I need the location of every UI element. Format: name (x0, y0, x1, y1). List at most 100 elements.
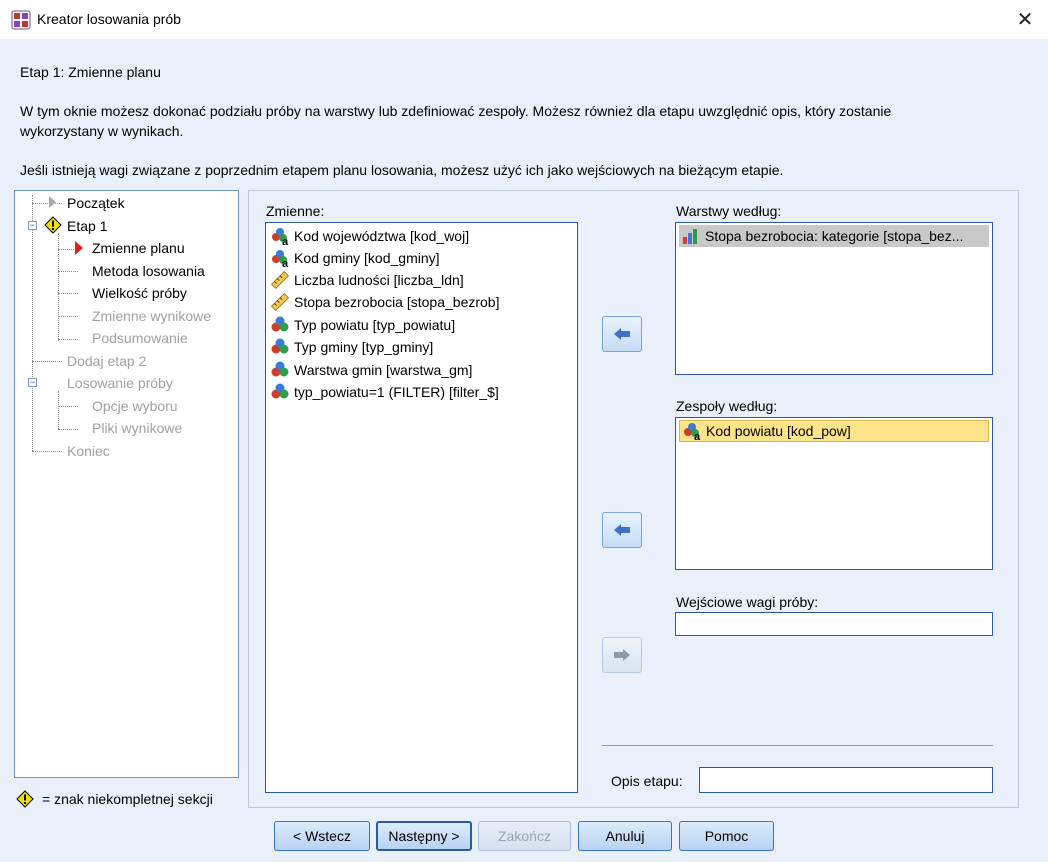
step-title: Etap 1: Zmienne planu (20, 64, 161, 80)
variable-label: Typ gminy [typ_gminy] (294, 339, 434, 355)
stage-label-field[interactable] (699, 767, 993, 793)
description: W tym oknie możesz dokonać podziału prób… (20, 101, 1020, 141)
nominal-icon (271, 383, 289, 399)
collapse-icon[interactable]: − (28, 221, 37, 230)
variables-label: Zmienne: (266, 203, 324, 219)
next-button[interactable]: Następny > (376, 821, 472, 851)
nav-item-dodaj-etap-2: Dodaj etap 2 (67, 353, 147, 369)
divider (602, 745, 993, 746)
stage-label-label: Opis etapu: (611, 773, 683, 789)
variable-label: Stopa bezrobocia [stopa_bezrob] (294, 294, 500, 310)
tree-line (32, 203, 62, 204)
nav-item-pliki-wynikowe: Pliki wynikowe (92, 420, 183, 436)
app-icon (11, 10, 31, 30)
strata-item-label: Stopa bezrobocia: kategorie [stopa_bez..… (705, 228, 964, 244)
svg-text:a: a (282, 258, 289, 268)
clusters-item-label: Kod powiatu [kod_pow] (706, 423, 851, 439)
variable-label: Kod gminy [kod_gminy] (294, 250, 440, 266)
clusters-list[interactable]: a Kod powiatu [kod_pow] (675, 417, 993, 570)
list-item[interactable]: Stopa bezrobocia [stopa_bezrob] (270, 291, 499, 313)
clusters-label: Zespoły według: (676, 398, 778, 414)
list-item[interactable]: a Kod powiatu [kod_pow] (679, 420, 989, 442)
arrow-right-icon (614, 649, 630, 661)
tree-line (58, 271, 78, 272)
arrow-left-icon (614, 328, 630, 340)
dialog-window: Kreator losowania prób ✕ Etap 1: Zmienne… (0, 0, 1048, 862)
dialog-content: Etap 1: Zmienne planu W tym oknie możesz… (0, 39, 1048, 862)
strata-list[interactable]: Stopa bezrobocia: kategorie [stopa_bez..… (675, 222, 993, 375)
help-button[interactable]: Pomoc (679, 821, 774, 851)
tree-line (32, 195, 33, 451)
nominal-icon (271, 361, 289, 377)
variable-label: typ_powiatu=1 (FILTER) [filter_$] (294, 384, 499, 400)
step-done-icon (49, 196, 56, 208)
nav-item-opcje-wyboru: Opcje wyboru (92, 398, 178, 414)
list-item[interactable]: Typ gminy [typ_gminy] (270, 336, 433, 358)
weights-note: Jeśli istnieją wagi związane z poprzedni… (20, 162, 784, 178)
incomplete-legend: = znak niekompletnej sekcji (16, 790, 213, 808)
tree-line (58, 293, 78, 294)
svg-text:a: a (694, 431, 701, 441)
variables-list[interactable]: a Kod województwa [kod_woj] a Kod gminy … (265, 222, 578, 793)
collapse-icon[interactable]: − (28, 378, 37, 387)
cancel-button[interactable]: Anuluj (578, 821, 672, 851)
nominal-string-icon: a (272, 250, 289, 268)
list-item[interactable]: Typ powiatu [typ_powiatu] (270, 314, 455, 336)
design-variables-panel: Zmienne: a Kod województwa [kod_woj] a K… (248, 190, 1019, 808)
legend-text: = znak niekompletnej sekcji (42, 791, 213, 807)
nav-item-losowanie-proby: Losowanie próby (67, 375, 173, 391)
variable-label: Typ powiatu [typ_powiatu] (294, 317, 456, 333)
scale-icon (270, 292, 290, 312)
svg-text:a: a (282, 236, 289, 246)
move-to-weights-button[interactable] (602, 637, 642, 673)
strata-label: Warstwy według: (676, 203, 782, 219)
tree-line (32, 361, 62, 362)
warning-icon (16, 790, 34, 808)
close-icon: ✕ (1016, 9, 1034, 31)
nominal-string-icon: a (684, 423, 701, 441)
list-item[interactable]: typ_powiatu=1 (FILTER) [filter_$] (270, 381, 499, 403)
variable-label: Kod województwa [kod_woj] (294, 228, 470, 244)
nav-item-metoda-losowania[interactable]: Metoda losowania (92, 261, 205, 281)
nav-item-etap-1[interactable]: Etap 1 (67, 216, 107, 236)
window-title: Kreator losowania prób (37, 11, 181, 27)
nav-item-wielkosc-proby[interactable]: Wielkość próby (92, 283, 187, 303)
variable-label: Liczba ludności [liczba_ldn] (294, 272, 464, 288)
input-weights-label: Wejściowe wagi próby: (676, 594, 819, 610)
tree-line (58, 339, 78, 340)
variable-label: Warstwa gmin [warstwa_gm] (294, 362, 473, 378)
list-item[interactable]: Warstwa gmin [warstwa_gm] (270, 359, 472, 381)
tree-line (58, 406, 78, 407)
move-to-clusters-button[interactable] (602, 512, 642, 548)
nominal-icon (271, 338, 289, 354)
back-button[interactable]: < Wstecz (274, 821, 370, 851)
close-button[interactable]: ✕ (1002, 0, 1048, 39)
nav-item-poczatek[interactable]: Początek (67, 193, 125, 213)
variables-label-text: Zmienne: (266, 203, 325, 219)
description-line1: W tym oknie możesz dokonać podziału prób… (20, 103, 892, 119)
nominal-string-icon: a (272, 228, 289, 246)
scale-icon (270, 270, 290, 290)
move-to-strata-button[interactable] (602, 316, 642, 352)
nav-item-zmienne-planu[interactable]: Zmienne planu (92, 238, 185, 258)
description-line2: wykorzystany w wynikach. (20, 123, 184, 139)
ordinal-icon (683, 229, 697, 244)
nominal-icon (271, 316, 289, 332)
nav-item-koniec: Koniec (67, 443, 110, 459)
arrow-left-icon (614, 524, 630, 536)
tree-line (58, 316, 78, 317)
warning-icon (44, 216, 62, 234)
tree-line (58, 429, 78, 430)
tree-line (58, 391, 59, 429)
input-weights-field[interactable] (675, 612, 993, 636)
list-item[interactable]: a Kod województwa [kod_woj] (270, 225, 469, 247)
current-step-icon (75, 241, 83, 255)
nav-item-podsumowanie: Podsumowanie (92, 330, 188, 346)
list-item[interactable]: Stopa bezrobocia: kategorie [stopa_bez..… (679, 225, 989, 247)
finish-button[interactable]: Zakończ (478, 821, 571, 851)
title-bar: Kreator losowania prób ✕ (0, 0, 1048, 39)
list-item[interactable]: Liczba ludności [liczba_ldn] (270, 269, 464, 291)
wizard-nav-tree: Początek − Etap 1 Zmienne planu Metoda l… (14, 190, 239, 778)
list-item[interactable]: a Kod gminy [kod_gminy] (270, 247, 440, 269)
nav-item-zmienne-wynikowe: Zmienne wynikowe (92, 308, 212, 324)
